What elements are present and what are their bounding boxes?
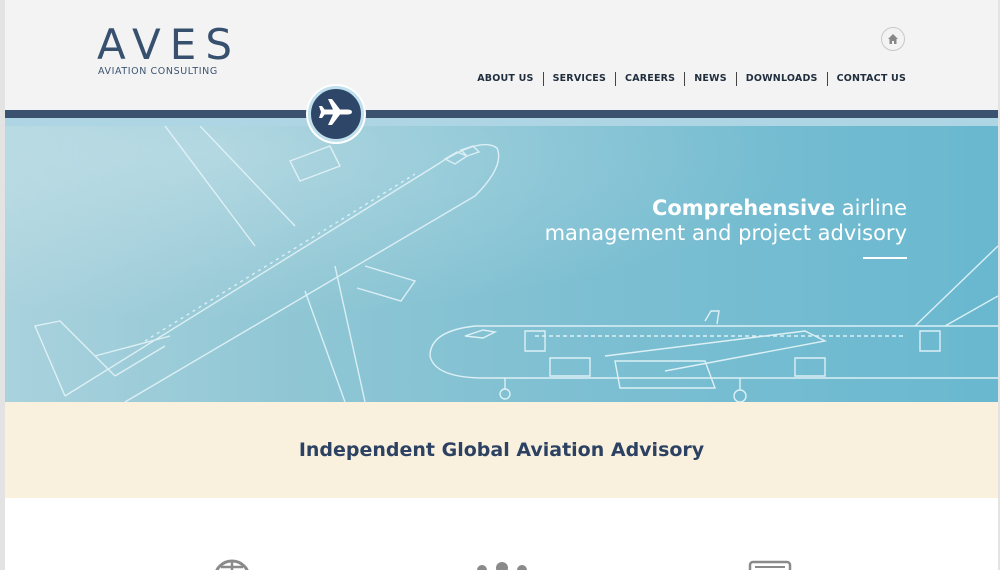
hero-heading-rest: airline (835, 196, 907, 220)
documents-icon (747, 558, 793, 570)
airplane-icon (316, 92, 356, 136)
home-icon (887, 30, 899, 49)
nav-services[interactable]: SERVICES (542, 72, 615, 86)
header-stripe-dark (5, 110, 998, 118)
nav-contact-us[interactable]: CONTACT US (826, 72, 906, 86)
header: AVES AVIATION CONSULTING ABOUT US SERVIC… (5, 0, 998, 110)
plane-badge (308, 86, 364, 142)
hero-divider (863, 257, 907, 259)
nav-news[interactable]: NEWS (684, 72, 736, 86)
home-button[interactable] (881, 27, 905, 51)
logo-wordmark: AVES (97, 20, 241, 69)
hero-heading-line2: management and project advisory (544, 221, 907, 245)
nav-careers[interactable]: CAREERS (615, 72, 684, 86)
nav-downloads[interactable]: DOWNLOADS (735, 72, 827, 86)
hero-heading-bold: Comprehensive (651, 196, 836, 220)
nav-about-us[interactable]: ABOUT US (468, 72, 542, 86)
people-icon (470, 558, 534, 570)
features-section (5, 498, 998, 570)
main-nav: ABOUT US SERVICES CAREERS NEWS DOWNLOADS… (468, 72, 906, 86)
hero-heading: Comprehensive airline management and pro… (545, 196, 907, 246)
globe-icon (212, 558, 252, 570)
logo[interactable]: AVES AVIATION CONSULTING (97, 23, 232, 83)
hero-banner: Comprehensive airline management and pro… (5, 126, 998, 402)
intro-band: Independent Global Aviation Advisory (5, 402, 998, 498)
logo-tagline: AVIATION CONSULTING (98, 66, 218, 77)
hero-heading-line1: Comprehensive airline (545, 196, 907, 221)
aircraft-blueprint-illustration (5, 126, 998, 402)
intro-title: Independent Global Aviation Advisory (298, 439, 705, 461)
header-stripe-light (5, 118, 998, 126)
page: AVES AVIATION CONSULTING ABOUT US SERVIC… (5, 0, 998, 570)
